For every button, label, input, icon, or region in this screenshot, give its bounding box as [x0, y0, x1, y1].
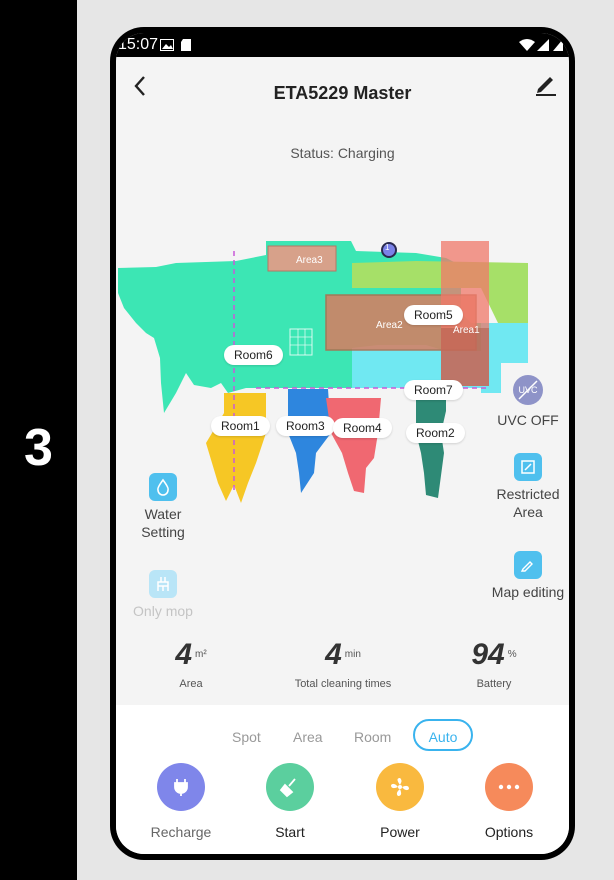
- start-label: Start: [275, 824, 305, 840]
- area-label-area3: Area3: [296, 255, 323, 266]
- map-editing-label: Map editing: [491, 584, 565, 600]
- wifi-icon: [519, 39, 535, 51]
- times-unit: min: [344, 649, 361, 660]
- times-value: 4: [325, 638, 342, 671]
- map-edit-icon: [514, 551, 542, 579]
- clock: 15:07: [118, 36, 159, 53]
- step-number: 3: [24, 419, 53, 477]
- water-drop-icon: [149, 473, 177, 501]
- options-label: Options: [484, 824, 534, 840]
- mode-room[interactable]: Room: [354, 729, 391, 745]
- options-button[interactable]: Options: [469, 763, 549, 840]
- recharge-button[interactable]: Recharge: [141, 763, 221, 840]
- room-label-room6[interactable]: Room6: [224, 345, 283, 365]
- water-setting-label: Water Setting: [141, 506, 185, 540]
- robot-marker-number: 1: [385, 243, 390, 252]
- stat-battery: 94% Battery: [419, 638, 569, 690]
- battery-value: 94: [471, 638, 505, 671]
- app-screen: 15:07 ETA5229 Master Status: Charging Ro…: [116, 33, 569, 854]
- power-label: Power: [380, 824, 420, 840]
- pencil-icon: [536, 77, 556, 96]
- room2-area: [416, 388, 446, 498]
- mode-area[interactable]: Area: [293, 729, 323, 745]
- status-bar: 15:07: [116, 33, 569, 57]
- battery-caption: Battery: [476, 678, 512, 690]
- plug-icon: [157, 763, 205, 811]
- fan-icon: [376, 763, 424, 811]
- more-dots-icon: [485, 763, 533, 811]
- area-label-area2: Area2: [376, 320, 403, 331]
- page-title: ETA5229 Master: [273, 83, 412, 103]
- top-bar: ETA5229 Master: [116, 57, 569, 113]
- restricted-area-label: Restricted Area: [496, 486, 560, 520]
- broom-icon: [266, 763, 314, 811]
- mode-auto[interactable]: Auto: [413, 719, 473, 751]
- stat-cleaning-times: 4 min Total cleaning times: [268, 638, 418, 690]
- left-margin-bar: 3: [0, 0, 77, 880]
- stats-row: 4 m² Area 4 min Total cleaning times 94% B…: [116, 638, 569, 708]
- room-label-room2[interactable]: Room2: [406, 423, 465, 443]
- room1-area: [206, 393, 266, 503]
- only-mop-label: Only mop: [133, 603, 193, 619]
- area-value: 4: [175, 638, 192, 671]
- room-label-room3[interactable]: Room3: [276, 416, 335, 436]
- battery-status-icon: [553, 39, 563, 51]
- recharge-label: Recharge: [150, 824, 212, 840]
- mop-icon: [149, 570, 177, 598]
- robot-status: Status: Charging: [290, 145, 395, 161]
- map-editing-button[interactable]: Map editing: [488, 551, 568, 601]
- area-unit: m²: [195, 649, 207, 660]
- power-button[interactable]: Power: [360, 763, 440, 840]
- bottom-panel: Spot Area Room Auto Recharge Start Power: [116, 705, 569, 854]
- uvc-toggle-button[interactable]: UVC UVC OFF: [488, 375, 568, 429]
- room-label-room4[interactable]: Room4: [333, 418, 392, 438]
- uvc-icon: UVC: [513, 375, 543, 405]
- stat-area: 4 m² Area: [116, 638, 266, 690]
- room3-area: [288, 389, 331, 493]
- restricted-area-icon: [514, 453, 542, 481]
- edit-name-button[interactable]: [533, 71, 559, 97]
- room4-area: [326, 398, 381, 493]
- sd-card-icon: [181, 39, 191, 51]
- room-label-room5[interactable]: Room5: [404, 305, 463, 325]
- area-label-area1: Area1: [453, 325, 480, 336]
- only-mop-button[interactable]: Only mop: [122, 570, 204, 620]
- times-caption: Total cleaning times: [294, 678, 392, 690]
- room-label-room1[interactable]: Room1: [211, 416, 270, 436]
- uvc-label: UVC OFF: [497, 412, 559, 428]
- area-caption: Area: [179, 678, 203, 690]
- room-label-room7[interactable]: Room7: [404, 380, 463, 400]
- water-setting-button[interactable]: Water Setting: [126, 473, 200, 541]
- mode-spot[interactable]: Spot: [232, 729, 261, 745]
- gallery-notification-icon: [160, 39, 174, 51]
- restricted-area-button[interactable]: Restricted Area: [488, 453, 568, 521]
- area1-dark-overlay: [441, 328, 489, 386]
- start-button[interactable]: Start: [250, 763, 330, 840]
- battery-unit: %: [507, 649, 517, 660]
- signal-icon: [537, 39, 549, 51]
